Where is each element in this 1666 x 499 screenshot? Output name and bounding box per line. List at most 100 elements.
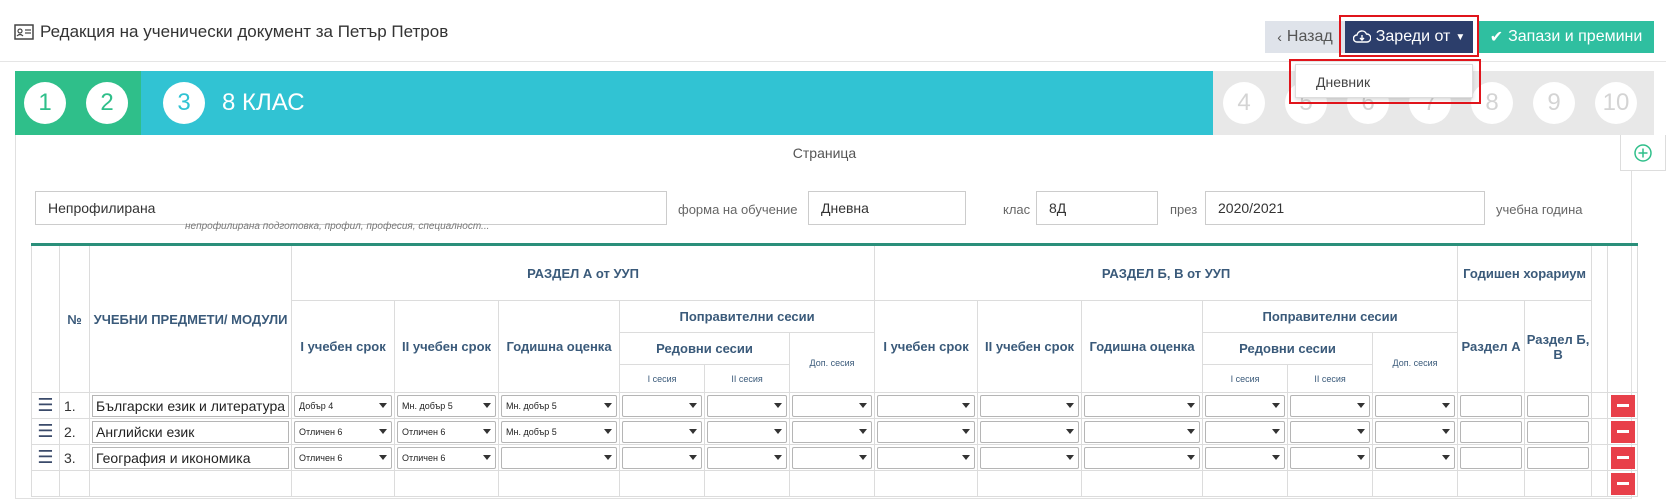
subject-cell: Английски език (88, 418, 293, 445)
partial-cell (1591, 470, 1609, 497)
subject-input[interactable]: Български език и литература (92, 394, 290, 417)
a-annual-select[interactable]: Мн. добър 5 (501, 394, 618, 417)
a-session2-select[interactable] (707, 420, 788, 443)
bv-term1-select[interactable] (877, 394, 976, 417)
hours-a-input[interactable] (1460, 394, 1523, 417)
a-session1-select[interactable] (622, 420, 703, 443)
active-step-label: 8 КЛАС (222, 89, 305, 116)
drag-handle-icon[interactable]: ☰ (31, 444, 60, 471)
bv-session1-select[interactable] (1205, 420, 1286, 443)
a-term1-cell: Отличен 6 (291, 418, 396, 445)
through-label: през (1170, 202, 1198, 217)
a-extra-select[interactable] (792, 446, 873, 469)
step-4[interactable]: 4 (1223, 82, 1265, 124)
a-annual-cell: Мн. добър 5 (498, 392, 621, 419)
chevron-down-icon (1357, 429, 1366, 434)
step-10[interactable]: 10 (1595, 82, 1637, 124)
bv-extra-select[interactable] (1375, 394, 1456, 417)
chevron-down-icon (1357, 455, 1366, 460)
chevron-down-icon (604, 455, 613, 460)
delete-row-button[interactable] (1610, 472, 1635, 495)
bv-term1-select[interactable] (877, 446, 976, 469)
drag-handle-icon[interactable]: ☰ (31, 418, 60, 445)
bv-extra-select[interactable] (1375, 446, 1456, 469)
bv-session1-select[interactable] (1205, 394, 1286, 417)
delete-row-button[interactable] (1610, 394, 1635, 417)
a-term1-select[interactable]: Отличен 6 (294, 446, 393, 469)
bv-term2-select[interactable] (980, 420, 1080, 443)
a-session1-select[interactable] (622, 394, 703, 417)
a-term2-cell: Отличен 6 (394, 444, 500, 471)
a-session2-cell (704, 418, 791, 445)
bv-term1-select[interactable] (877, 420, 976, 443)
chevron-down-icon (774, 403, 783, 408)
chevron-down-icon (689, 429, 698, 434)
bv-session2-select[interactable] (1290, 420, 1371, 443)
gap-cell (1591, 418, 1609, 445)
subject-input[interactable]: География и икономика (92, 446, 290, 469)
chevron-down-icon (962, 455, 971, 460)
save-label: Запази и премини (1508, 28, 1643, 45)
bv-annual-select[interactable] (1084, 394, 1201, 417)
bv-session2-select[interactable] (1290, 446, 1371, 469)
bv-extra-select[interactable] (1375, 420, 1456, 443)
bv-term2-select[interactable] (980, 394, 1080, 417)
hours-bv-input[interactable] (1527, 394, 1590, 417)
subject-input[interactable]: Английски език (92, 420, 290, 443)
bv-session2-select[interactable] (1290, 394, 1371, 417)
drag-handle-icon[interactable]: ☰ (31, 392, 60, 419)
bv-annual-select[interactable] (1084, 446, 1201, 469)
bv-term2-cell (977, 418, 1083, 445)
a-annual-select[interactable]: Мн. добър 5 (501, 420, 618, 443)
class-input[interactable]: 8Д (1036, 191, 1158, 225)
delete-row-button[interactable] (1610, 420, 1635, 443)
a-term2-select[interactable]: Отличен 6 (397, 446, 497, 469)
delete-cell (1607, 418, 1639, 445)
a-extra-select[interactable] (792, 394, 873, 417)
a-session2-select[interactable] (707, 446, 788, 469)
a-annual-select[interactable] (501, 446, 618, 469)
hours-bv-cell (1524, 392, 1593, 419)
bv-session1-cell (1202, 418, 1289, 445)
bv-term2-select[interactable] (980, 446, 1080, 469)
bv-session1-select[interactable] (1205, 446, 1286, 469)
hours-bv-input[interactable] (1527, 446, 1590, 469)
a-annual-cell: Мн. добър 5 (498, 418, 621, 445)
a-term2-select[interactable]: Отличен 6 (397, 420, 497, 443)
th-a-annual: Годишна оценка (498, 300, 621, 393)
th-bv-annual: Годишна оценка (1081, 300, 1204, 393)
step-2[interactable]: 2 (86, 82, 128, 124)
bv-extra-cell (1372, 392, 1459, 419)
bv-annual-select[interactable] (1084, 420, 1201, 443)
a-session2-select[interactable] (707, 394, 788, 417)
partial-cell (619, 470, 706, 497)
save-and-continue-button[interactable]: ✔ Запази и премини (1478, 21, 1654, 53)
chevron-down-icon (604, 429, 613, 434)
hours-a-input[interactable] (1460, 446, 1523, 469)
a-session1-select[interactable] (622, 446, 703, 469)
step-1[interactable]: 1 (24, 82, 66, 124)
hours-a-input[interactable] (1460, 420, 1523, 443)
form-of-study-input[interactable]: Дневна (808, 191, 966, 225)
chevron-down-icon (1272, 403, 1281, 408)
step-9[interactable]: 9 (1533, 82, 1575, 124)
a-term1-select[interactable]: Добър 4 (294, 394, 393, 417)
school-year-input[interactable]: 2020/2021 (1205, 191, 1485, 225)
chevron-down-icon (1272, 455, 1281, 460)
a-term2-select[interactable]: Мн. добър 5 (397, 394, 497, 417)
partial-cell (291, 470, 396, 497)
profile-input[interactable]: Непрофилирана (35, 191, 667, 225)
chevron-down-icon (859, 403, 868, 408)
bv-annual-cell (1081, 444, 1204, 471)
add-page-button[interactable] (1620, 135, 1666, 171)
a-extra-select[interactable] (792, 420, 873, 443)
back-button[interactable]: ‹ Назад (1265, 21, 1345, 53)
bv-annual-cell (1081, 418, 1204, 445)
minus-icon (1616, 456, 1629, 459)
chevron-down-icon (1357, 403, 1366, 408)
chevron-down-icon (1442, 455, 1451, 460)
hours-bv-input[interactable] (1527, 420, 1590, 443)
a-term1-select[interactable]: Отличен 6 (294, 420, 393, 443)
step-3[interactable]: 3 (163, 82, 205, 124)
delete-row-button[interactable] (1610, 446, 1635, 469)
